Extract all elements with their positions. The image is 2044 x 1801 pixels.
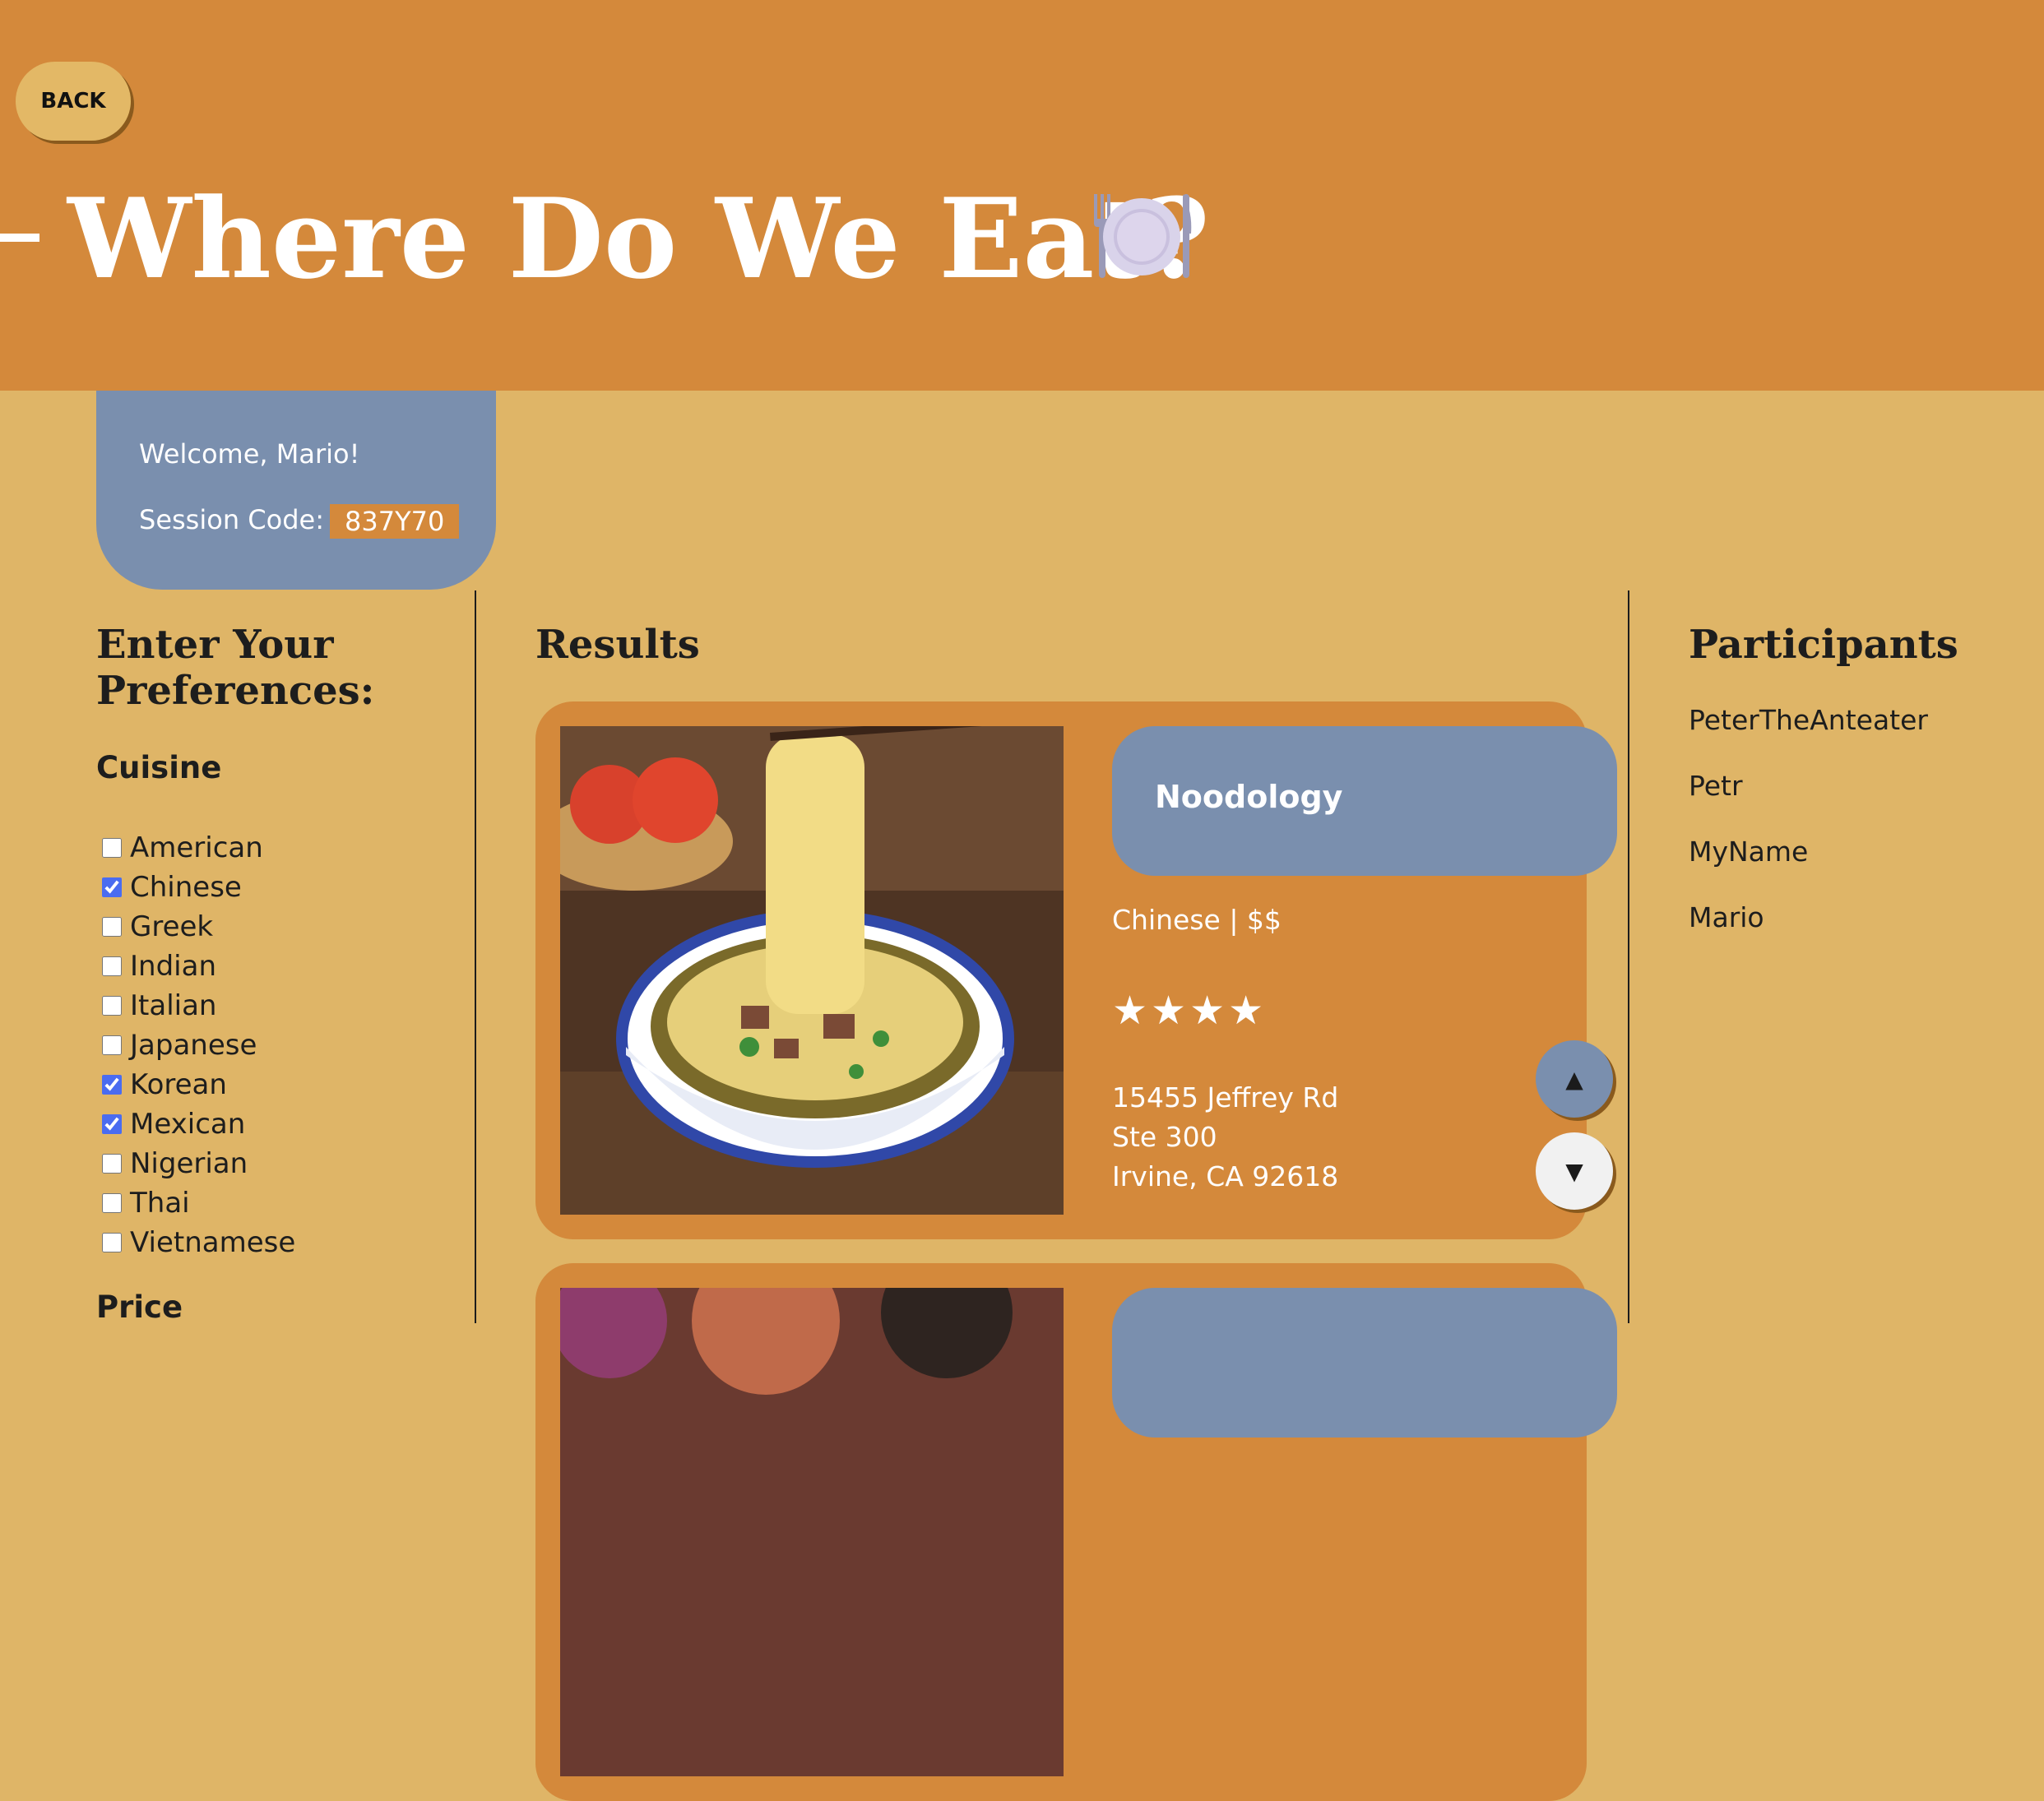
cuisine-checkbox[interactable] — [102, 1193, 122, 1213]
welcome-card: Welcome, Mario! Session Code: 837Y70 — [96, 391, 496, 590]
cuisine-option-label: Italian — [130, 989, 217, 1022]
title-dash-decoration — [0, 234, 39, 242]
session-code-label: Session Code: — [139, 504, 324, 535]
restaurant-name-pill — [1112, 1288, 1617, 1438]
cuisine-option-label: Korean — [130, 1068, 227, 1101]
participant-name: PeterTheAnteater — [1689, 704, 1928, 736]
restaurant-name: Noodology — [1155, 779, 1343, 815]
session-code-value: 837Y70 — [330, 504, 460, 539]
cuisine-option-greek[interactable]: Greek — [102, 907, 295, 947]
cuisine-checkbox[interactable] — [102, 838, 122, 858]
cuisine-option-label: American — [130, 831, 263, 864]
cuisine-option-label: Chinese — [130, 871, 242, 904]
cuisine-option-label: Vietnamese — [130, 1226, 296, 1259]
cuisine-checkbox[interactable] — [102, 917, 122, 937]
cuisine-checkbox-list: American Chinese Greek Indian Italian Japanes… — [102, 828, 295, 1262]
cuisine-option-nigerian[interactable]: Nigerian — [102, 1144, 295, 1183]
cuisine-option-vietnamese[interactable]: Vietnamese — [102, 1223, 295, 1262]
participant-name: Mario — [1689, 901, 1764, 933]
cuisine-checkbox[interactable] — [102, 996, 122, 1016]
left-column-divider — [475, 590, 476, 1323]
cuisine-option-mexican[interactable]: Mexican — [102, 1104, 295, 1144]
cuisine-option-label: Indian — [130, 950, 216, 983]
participants-heading: Participants — [1689, 622, 1958, 668]
cuisine-option-label: Thai — [130, 1187, 190, 1220]
cuisine-checkbox[interactable] — [102, 1075, 122, 1095]
restaurant-cuisine-price: Chinese | $$ — [1112, 904, 1282, 936]
participant-name: MyName — [1689, 836, 1809, 868]
noodle-bowl-image — [560, 726, 1064, 1215]
upvote-button[interactable]: ▲ — [1536, 1040, 1613, 1118]
food-image — [560, 1288, 1064, 1776]
welcome-message: Welcome, Mario! — [139, 438, 360, 470]
cuisine-option-japanese[interactable]: Japanese — [102, 1026, 295, 1065]
plate-with-cutlery-icon — [1094, 194, 1192, 278]
down-arrow-icon: ▼ — [1565, 1157, 1583, 1185]
cuisine-option-thai[interactable]: Thai — [102, 1183, 295, 1223]
participant-name: Petr — [1689, 770, 1743, 802]
cuisine-checkbox[interactable] — [102, 877, 122, 897]
cuisine-checkbox[interactable] — [102, 1233, 122, 1252]
restaurant-photo — [560, 1288, 1064, 1776]
back-button[interactable]: BACK — [16, 62, 131, 141]
preferences-heading-line2: Preferences: — [96, 668, 375, 714]
address-line-1: 15455 Jeffrey Rd — [1112, 1081, 1339, 1113]
cuisine-option-korean[interactable]: Korean — [102, 1065, 295, 1104]
cuisine-checkbox[interactable] — [102, 1114, 122, 1134]
cuisine-option-american[interactable]: American — [102, 828, 295, 868]
right-column-divider — [1628, 590, 1629, 1323]
cuisine-checkbox[interactable] — [102, 956, 122, 976]
star-rating: ★★★★ — [1112, 988, 1268, 1034]
cuisine-label: Cuisine — [96, 750, 222, 785]
cuisine-option-chinese[interactable]: Chinese — [102, 868, 295, 907]
downvote-button[interactable]: ▼ — [1536, 1132, 1613, 1210]
cuisine-option-label: Nigerian — [130, 1147, 248, 1180]
price-label: Price — [96, 1289, 183, 1325]
preferences-heading-line1: Enter Your — [96, 622, 334, 668]
result-card[interactable]: Noodology Chinese | $$ ★★★★ 15455 Jeffre… — [535, 701, 1617, 1239]
cuisine-option-italian[interactable]: Italian — [102, 986, 295, 1026]
cuisine-option-indian[interactable]: Indian — [102, 947, 295, 986]
cuisine-option-label: Japanese — [130, 1029, 257, 1062]
page-title: Where Do We Eat? — [67, 174, 1210, 303]
cuisine-checkbox[interactable] — [102, 1154, 122, 1174]
result-card[interactable] — [535, 1263, 1617, 1801]
cuisine-option-label: Mexican — [130, 1108, 246, 1141]
results-heading: Results — [535, 622, 700, 668]
address-line-2: Ste 300 — [1112, 1121, 1217, 1153]
address-line-3: Irvine, CA 92618 — [1112, 1160, 1339, 1192]
cuisine-option-label: Greek — [130, 910, 214, 943]
cuisine-checkbox[interactable] — [102, 1035, 122, 1055]
restaurant-name-pill: Noodology — [1112, 726, 1617, 876]
up-arrow-icon: ▲ — [1565, 1065, 1583, 1093]
preferences-heading: Enter Your Preferences: — [96, 622, 374, 714]
restaurant-photo — [560, 726, 1064, 1215]
